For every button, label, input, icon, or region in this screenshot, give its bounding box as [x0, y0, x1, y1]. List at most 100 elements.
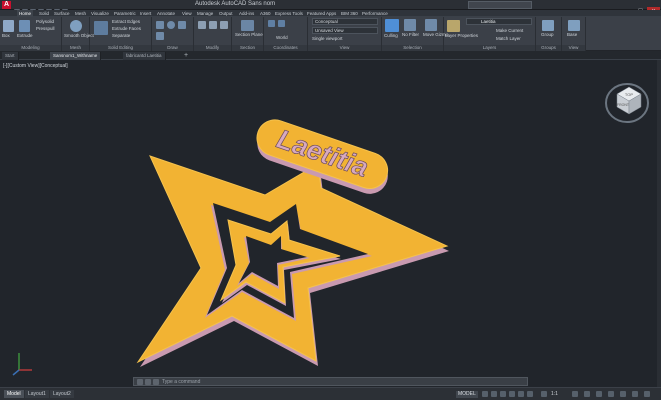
move-icon[interactable] — [198, 21, 206, 29]
viewcube-top-label: TOP — [625, 92, 633, 97]
match-layer-button[interactable]: Match Layer — [496, 36, 521, 41]
tab-express-tools[interactable]: Express Tools — [275, 10, 303, 17]
ucs-origin-icon[interactable] — [278, 20, 285, 27]
workspace-gear-icon[interactable] — [572, 391, 578, 397]
section-plane-icon[interactable] — [241, 20, 254, 31]
tab-add-ins[interactable]: Add-ins — [239, 10, 254, 17]
viewcube-icon[interactable]: TOP FRONT — [605, 83, 649, 123]
clean-screen-icon[interactable] — [632, 391, 638, 397]
layer-properties-icon[interactable] — [447, 20, 460, 32]
tab-a360[interactable]: A360 — [260, 10, 271, 17]
tab-annotate[interactable]: Annotate — [157, 10, 175, 17]
panel-solid-editing: Extract Edges Extrude Faces Separate Sol… — [90, 17, 152, 51]
base-view-icon[interactable] — [568, 20, 580, 31]
tab-solid[interactable]: Solid — [39, 10, 49, 17]
presspull-button[interactable]: Presspull — [36, 26, 55, 31]
file-tab-sans-nom[interactable]: Sansnom1_Withname — [50, 52, 102, 60]
panel-selection: Culling No Filter Move Gizmo Selection — [382, 17, 448, 51]
file-tab-start[interactable]: Start — [2, 52, 19, 60]
file-tab-fabricant[interactable]: fabricantd Laetitia — [123, 52, 166, 60]
tab-home[interactable]: Home — [17, 10, 34, 17]
viewcube-front-label: FRONT — [617, 103, 630, 107]
no-filter-icon[interactable] — [404, 19, 416, 31]
panel-view-2: Base View — [562, 17, 586, 51]
extrude-icon[interactable] — [19, 20, 30, 32]
panel-modeling: Box Extrude Polysolid Presspull Modeling — [0, 17, 62, 51]
tab-performance[interactable]: Performance — [362, 10, 388, 17]
rectangle-icon[interactable] — [156, 32, 164, 40]
extrude-label: Extrude — [17, 33, 33, 38]
autocad-window: A Autodesk AutoCAD Sans nom –□× Home Sol… — [0, 0, 661, 400]
lineweight-icon[interactable] — [527, 391, 533, 397]
extrude-faces-button[interactable]: Extrude Faces — [112, 26, 141, 31]
app-logo-icon[interactable]: A — [2, 1, 11, 9]
annotation-scale[interactable]: 1:1 — [551, 391, 558, 398]
polysolid-button[interactable]: Polysolid — [36, 19, 54, 24]
grid-icon[interactable] — [482, 391, 488, 397]
annotation-visibility-icon[interactable] — [541, 391, 547, 397]
tab-featured-apps[interactable]: Featured Apps — [307, 10, 336, 17]
layer-select[interactable]: Laetitia — [466, 18, 532, 25]
annotation-monitor-icon[interactable] — [584, 391, 590, 397]
ucs-axis-icon — [12, 353, 32, 376]
command-input[interactable]: Type a command — [162, 378, 200, 386]
hardware-acceleration-icon[interactable] — [620, 391, 626, 397]
ucs-icon[interactable] — [268, 20, 275, 27]
separate-button[interactable]: Separate — [112, 33, 130, 38]
search-input[interactable] — [468, 1, 532, 9]
model-space-toggle[interactable]: MODEL — [456, 391, 478, 398]
ortho-icon[interactable] — [500, 391, 506, 397]
tab-view[interactable]: View — [182, 10, 192, 17]
isolate-objects-icon[interactable] — [608, 391, 614, 397]
smooth-object-icon[interactable] — [70, 20, 82, 32]
named-view-select[interactable]: Unsaved View — [312, 27, 378, 34]
circle-icon[interactable] — [167, 21, 175, 29]
layout-tab-layout1[interactable]: Layout1 — [25, 390, 49, 398]
line-icon[interactable] — [156, 21, 164, 29]
snap-icon[interactable] — [491, 391, 497, 397]
visual-style-select[interactable]: Conceptual — [312, 18, 378, 25]
file-tabs: Start Sansnom1_Withname fabricantd Laeti… — [0, 51, 661, 60]
layout-tab-model[interactable]: Model — [4, 390, 24, 398]
settings-icon[interactable] — [145, 379, 151, 385]
box-icon[interactable] — [3, 20, 14, 32]
extract-edges-button[interactable]: Extract Edges — [112, 19, 140, 24]
polar-icon[interactable] — [509, 391, 515, 397]
units-icon[interactable] — [596, 391, 602, 397]
close-icon[interactable] — [137, 379, 143, 385]
polyline-icon[interactable] — [178, 21, 186, 29]
tab-surface[interactable]: Surface — [54, 10, 70, 17]
solid-editing-icon[interactable] — [94, 21, 108, 35]
osnap-icon[interactable] — [518, 391, 524, 397]
star-model — [136, 155, 449, 367]
group-icon[interactable] — [542, 20, 554, 31]
tab-manage[interactable]: Manage — [197, 10, 213, 17]
copy-icon[interactable] — [220, 21, 228, 29]
tab-visualize[interactable]: Visualize — [91, 10, 109, 17]
viewport-scrollbar[interactable] — [657, 60, 661, 387]
move-gizmo-icon[interactable] — [425, 19, 437, 31]
command-line: Type a command — [133, 377, 528, 386]
tab-mesh[interactable]: Mesh — [75, 10, 86, 17]
drawing-viewport[interactable]: [-][Custom View][Conceptual] Laetitia TO… — [0, 60, 661, 387]
no-filter-label: No Filter — [402, 32, 420, 37]
section-plane-label: Section Plane — [235, 32, 263, 37]
rotate-icon[interactable] — [209, 21, 217, 29]
make-current-button[interactable]: Make Current — [496, 28, 523, 33]
tab-bim-360[interactable]: BIM 360 — [341, 10, 358, 17]
customization-menu-icon[interactable] — [644, 391, 650, 397]
layout-tab-layout2[interactable]: Layout2 — [50, 390, 74, 398]
ribbon: Box Extrude Polysolid Presspull Modeling… — [0, 17, 661, 51]
tab-insert[interactable]: Insert — [140, 10, 151, 17]
tab-output[interactable]: Output — [219, 10, 233, 17]
culling-icon[interactable] — [385, 19, 399, 32]
model-canvas: Laetitia TOP FRONT — [12, 83, 649, 376]
ucs-world-select[interactable]: World — [276, 35, 288, 40]
panel-section: Section Plane Section — [232, 17, 264, 51]
base-view-label: Base — [567, 32, 578, 37]
panel-groups: Group Groups — [536, 17, 562, 51]
box-label: Box — [2, 33, 10, 38]
viewport-config-select[interactable]: Single viewport — [312, 36, 343, 41]
tab-parametric[interactable]: Parametric — [114, 10, 136, 17]
new-tab-icon[interactable]: + — [184, 52, 192, 59]
